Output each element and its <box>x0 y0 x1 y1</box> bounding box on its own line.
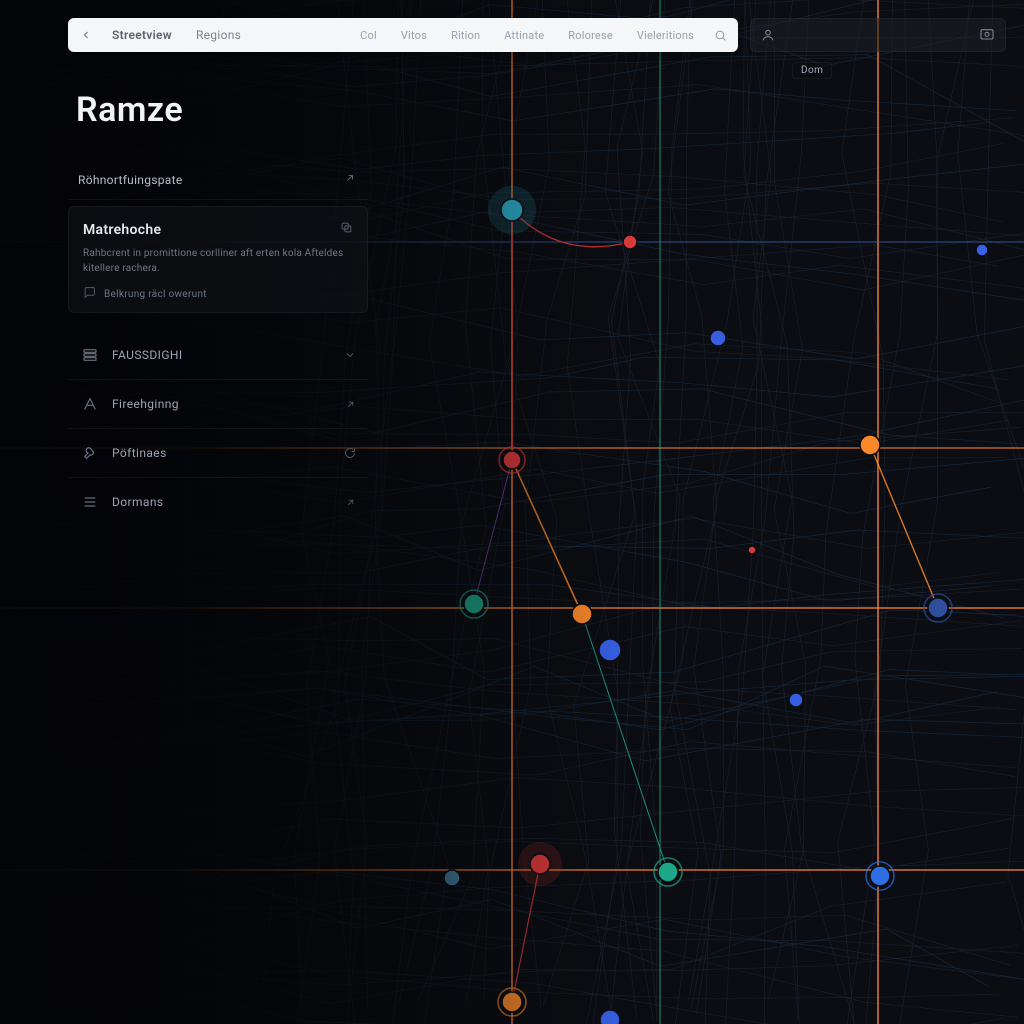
arrow-icon <box>345 395 356 414</box>
user-icon[interactable] <box>761 28 775 42</box>
card-sub-row[interactable]: Belkrung räcl owerunt <box>83 286 353 302</box>
map-zone-label: Dom <box>792 62 832 79</box>
arrow-icon <box>344 172 356 187</box>
chevron-down-icon <box>344 346 356 365</box>
location-card: Matrehoche Rahbcrent in promittione corl… <box>68 206 368 313</box>
sidebar: Ramze Röhnortfuingspate Matrehoche Rahbc… <box>68 80 368 526</box>
map-node[interactable] <box>928 598 948 618</box>
map-node[interactable] <box>501 199 523 221</box>
section-label: Pöftinaes <box>112 446 167 460</box>
map-node[interactable] <box>530 854 550 874</box>
map-node[interactable] <box>860 435 880 455</box>
page-title: Ramze <box>76 90 368 130</box>
sidebar-section[interactable]: Dormans <box>68 477 368 526</box>
toolbar-tab[interactable]: Col <box>348 18 389 52</box>
section-label: FAUSSDIGHI <box>112 348 183 362</box>
arrow-icon <box>345 493 356 512</box>
wrench-icon <box>80 443 100 463</box>
map-node[interactable] <box>572 604 592 624</box>
card-heading: Matrehoche <box>83 222 161 238</box>
map-node[interactable] <box>870 866 890 886</box>
sidebar-section[interactable]: Fireehginng <box>68 379 368 428</box>
section-label: Dormans <box>112 495 163 509</box>
route-icon <box>80 394 100 414</box>
toolbar-tab[interactable]: Rolorese <box>556 18 625 52</box>
toolbar-tab[interactable]: Rition <box>439 18 492 52</box>
layers-icon <box>80 345 100 365</box>
chat-icon <box>83 286 96 302</box>
sidebar-section[interactable]: FAUSSDIGHI <box>68 331 368 379</box>
toolbar-tab[interactable]: Vitos <box>389 18 439 52</box>
map-node[interactable] <box>599 639 621 661</box>
section-label: Fireehginng <box>112 397 179 411</box>
sidebar-overview-label: Röhnortfuingspate <box>78 173 183 187</box>
map-node[interactable] <box>502 992 522 1012</box>
map-node[interactable] <box>710 330 726 346</box>
map-node[interactable] <box>748 546 756 554</box>
map-node[interactable] <box>503 451 521 469</box>
sidebar-section[interactable]: Pöftinaes <box>68 428 368 477</box>
map-node[interactable] <box>444 870 460 886</box>
map-node[interactable] <box>600 1010 620 1024</box>
map-node[interactable] <box>658 862 678 882</box>
breadcrumb-item[interactable]: Regions <box>184 28 253 42</box>
breadcrumb-bar: Streetview Regions Col Vitos Rition Atti… <box>68 18 738 52</box>
card-sub-label: Belkrung räcl owerunt <box>104 289 207 300</box>
map-node[interactable] <box>623 235 637 249</box>
topbar-right <box>750 18 1006 52</box>
copy-icon[interactable] <box>340 221 353 238</box>
map-node[interactable] <box>464 594 484 614</box>
sidebar-overview-row[interactable]: Röhnortfuingspate <box>68 160 368 200</box>
refresh-icon <box>344 444 356 463</box>
map-node[interactable] <box>789 693 803 707</box>
breadcrumb-item[interactable]: Streetview <box>100 28 184 42</box>
search-icon[interactable] <box>706 21 734 49</box>
toolbar-tab[interactable]: Attinate <box>492 18 556 52</box>
toolbar-tab[interactable]: Vieleritions <box>625 18 706 52</box>
map-node[interactable] <box>976 244 988 256</box>
settings-icon[interactable] <box>979 27 995 43</box>
card-body: Rahbcrent in promittione corlliner aft e… <box>83 246 353 276</box>
list-icon <box>80 492 100 512</box>
back-button[interactable] <box>72 21 100 49</box>
